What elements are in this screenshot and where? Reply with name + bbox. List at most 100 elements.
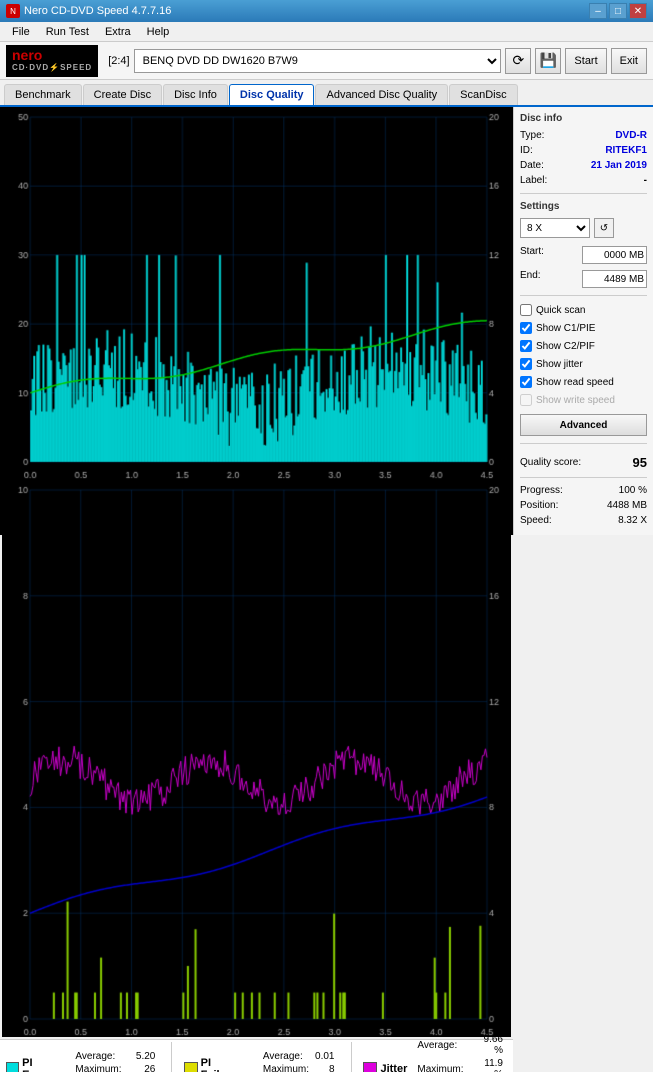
disc-type-val: DVD-R [615, 130, 647, 141]
show-read-speed-checkbox[interactable] [520, 376, 532, 388]
disc-type-row: Type: DVD-R [520, 130, 647, 141]
disc-date-val: 21 Jan 2019 [591, 160, 647, 171]
disc-date-label: Date: [520, 160, 544, 171]
quick-scan-row: Quick scan [520, 304, 647, 316]
pi-failures-table: Average:0.01 Maximum:8 Total:902 [259, 1049, 339, 1072]
show-c2-checkbox[interactable] [520, 340, 532, 352]
menu-help[interactable]: Help [139, 24, 178, 40]
disc-id-val: RITEKF1 [605, 145, 647, 156]
jit-avg-label: Average: [415, 1034, 470, 1056]
pi-failures-label: PI Failures [201, 1057, 253, 1072]
main-content: PI Errors Average:5.20 Maximum:26 Total:… [0, 107, 653, 535]
tab-disc-info[interactable]: Disc Info [163, 84, 228, 105]
close-button[interactable]: ✕ [629, 3, 647, 19]
disc-id-row: ID: RITEKF1 [520, 145, 647, 156]
speed-selector[interactable]: 8 X 4 X 2 X Maximum [520, 218, 590, 238]
disc-label-label: Label: [520, 175, 547, 186]
drive-label: [2:4] [108, 55, 129, 67]
pi-failures-color [184, 1062, 197, 1072]
jitter-label: Jitter [380, 1063, 407, 1072]
menu-run-test[interactable]: Run Test [38, 24, 97, 40]
start-row: Start: [520, 246, 647, 264]
minimize-button[interactable]: – [589, 3, 607, 19]
show-jitter-checkbox[interactable] [520, 358, 532, 370]
show-jitter-label: Show jitter [536, 359, 583, 370]
tab-benchmark[interactable]: Benchmark [4, 84, 82, 105]
divider3 [520, 443, 647, 444]
menu-bar: File Run Test Extra Help [0, 22, 653, 42]
quick-scan-checkbox[interactable] [520, 304, 532, 316]
disc-date-row: Date: 21 Jan 2019 [520, 160, 647, 171]
title-bar-left: N Nero CD-DVD Speed 4.7.7.16 [6, 4, 171, 18]
show-write-speed-checkbox[interactable] [520, 394, 532, 406]
pi-failures-stats: PI Failures Average:0.01 Maximum:8 Total… [184, 1049, 338, 1072]
tab-disc-quality[interactable]: Disc Quality [229, 84, 315, 105]
speed-label: Speed: [520, 515, 552, 526]
show-read-speed-label: Show read speed [536, 377, 614, 388]
end-input[interactable] [582, 270, 647, 288]
show-c1-row: Show C1/PIE [520, 322, 647, 334]
start-label: Start: [520, 246, 544, 264]
refresh-icon-btn[interactable]: ⟳ [505, 48, 531, 74]
position-label: Position: [520, 500, 558, 511]
show-c2-label: Show C2/PIF [536, 341, 595, 352]
jitter-table: Average:9.66 % Maximum:11.9 % PO failure… [413, 1032, 507, 1072]
progress-value: 100 % [619, 485, 647, 496]
settings-icon-btn[interactable]: ↺ [594, 218, 614, 238]
pi-errors-color [6, 1062, 19, 1072]
show-read-speed-row: Show read speed [520, 376, 647, 388]
pif-max-val: 8 [313, 1064, 336, 1072]
tab-advanced-disc-quality[interactable]: Advanced Disc Quality [315, 84, 448, 105]
jitter-color [363, 1062, 377, 1072]
pi-failures-chart [2, 482, 511, 1037]
divider4 [520, 477, 647, 478]
speed-setting-row: 8 X 4 X 2 X Maximum ↺ [520, 218, 647, 238]
menu-extra[interactable]: Extra [97, 24, 139, 40]
start-input[interactable] [582, 246, 647, 264]
disc-id-label: ID: [520, 145, 533, 156]
menu-file[interactable]: File [4, 24, 38, 40]
exit-button[interactable]: Exit [611, 48, 647, 74]
start-button[interactable]: Start [565, 48, 606, 74]
jit-max-val: 11.9 % [472, 1058, 505, 1072]
jitter-stats: Jitter Average:9.66 % Maximum:11.9 % PO … [363, 1032, 507, 1072]
pi-errors-stats: PI Errors Average:5.20 Maximum:26 Total:… [6, 1049, 159, 1072]
show-c1-label: Show C1/PIE [536, 323, 595, 334]
advanced-button[interactable]: Advanced [520, 414, 647, 436]
nero-logo: nero CD·DVD⚡SPEED [6, 45, 98, 77]
maximize-button[interactable]: □ [609, 3, 627, 19]
show-write-speed-row: Show write speed [520, 394, 647, 406]
pif-avg-val: 0.01 [313, 1051, 336, 1062]
chart-panel: PI Errors Average:5.20 Maximum:26 Total:… [0, 107, 513, 535]
end-row: End: [520, 270, 647, 288]
show-c1-checkbox[interactable] [520, 322, 532, 334]
pi-errors-chart [2, 109, 511, 480]
toolbar: nero CD·DVD⚡SPEED [2:4] BENQ DVD DD DW16… [0, 42, 653, 80]
progress-row: Progress: 100 % [520, 485, 647, 496]
disc-info-title: Disc info [520, 113, 647, 124]
tab-create-disc[interactable]: Create Disc [83, 84, 162, 105]
divider1 [520, 193, 647, 194]
quick-scan-label: Quick scan [536, 305, 585, 316]
position-row: Position: 4488 MB [520, 500, 647, 511]
app-title: Nero CD-DVD Speed 4.7.7.16 [24, 5, 171, 17]
tab-scandisc[interactable]: ScanDisc [449, 84, 517, 105]
save-icon-btn[interactable]: 💾 [535, 48, 561, 74]
pif-avg-label: Average: [261, 1051, 311, 1062]
speed-value: 8.32 X [618, 515, 647, 526]
show-write-speed-label: Show write speed [536, 395, 615, 406]
stats-bar: PI Errors Average:5.20 Maximum:26 Total:… [0, 1039, 513, 1072]
jit-avg-val: 9.66 % [472, 1034, 505, 1056]
position-value: 4488 MB [607, 500, 647, 511]
pi-max-label: Maximum: [73, 1064, 123, 1072]
end-label: End: [520, 270, 541, 288]
pi-errors-table: Average:5.20 Maximum:26 Total:93349 [71, 1049, 159, 1072]
right-panel: Disc info Type: DVD-R ID: RITEKF1 Date: … [513, 107, 653, 535]
charts-area [0, 107, 513, 1039]
speed-row: Speed: 8.32 X [520, 515, 647, 526]
drive-selector[interactable]: BENQ DVD DD DW1620 B7W9 [134, 49, 502, 73]
show-c2-row: Show C2/PIF [520, 340, 647, 352]
title-bar-controls: – □ ✕ [589, 3, 647, 19]
pi-errors-label: PI Errors [22, 1057, 65, 1072]
app-icon: N [6, 4, 20, 18]
